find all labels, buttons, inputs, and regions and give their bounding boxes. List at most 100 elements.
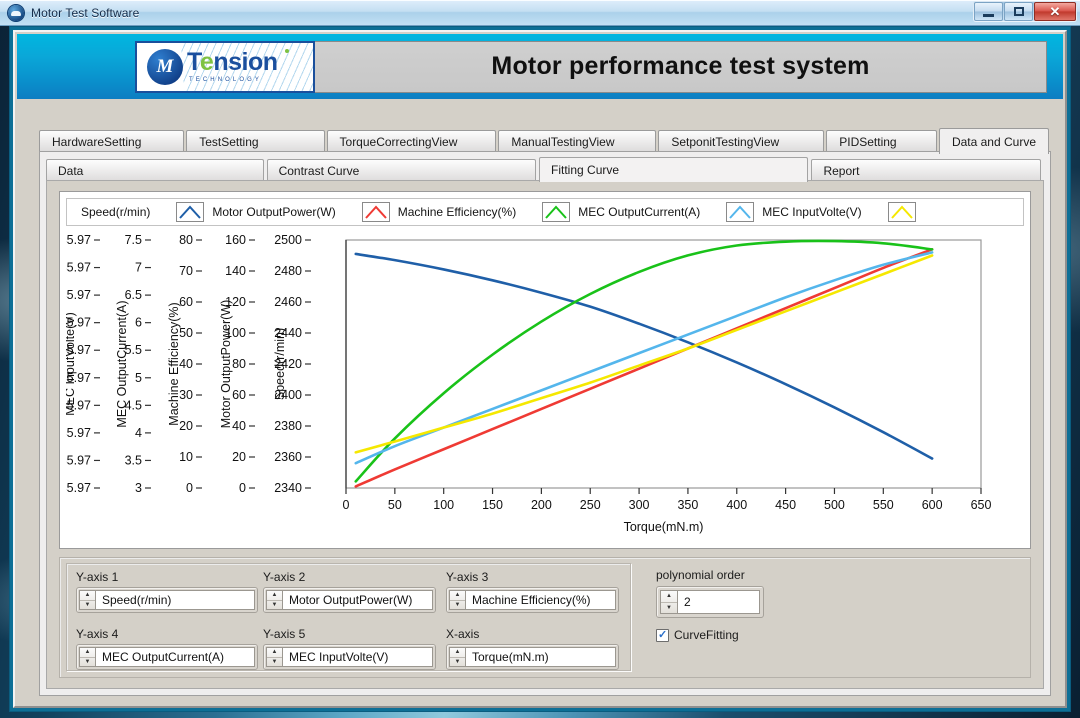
spinbox-y-axis-1[interactable]: ▲ ▼ Speed(r/min) [76, 587, 258, 613]
svg-text:Motor OutputPower(W): Motor OutputPower(W) [219, 300, 233, 429]
legend-label: Machine Efficiency(%) [397, 205, 517, 219]
spinner-arrows-icon[interactable]: ▲ ▼ [660, 590, 677, 614]
spin-up-icon[interactable]: ▲ [267, 591, 282, 601]
spinbox-y-axis-4[interactable]: ▲ ▼ MEC OutputCurrent(A) [76, 644, 258, 670]
chart-legend[interactable]: Speed(r/min) Motor OutputPower(W) Machin… [66, 198, 1024, 226]
spinner-arrows-icon[interactable]: ▲ ▼ [79, 590, 95, 610]
svg-text:80: 80 [179, 233, 193, 247]
legend-item-mec-output-current[interactable]: MEC OutputCurrent(A) [542, 202, 700, 222]
legend-label: MEC InputVolte(V) [762, 205, 862, 219]
tab-label: TestSetting [199, 134, 259, 149]
tab-torque-correcting-view[interactable]: TorqueCorrectingView [326, 130, 497, 152]
spin-down-icon[interactable]: ▼ [267, 658, 282, 667]
spinbox-polynomial-order[interactable]: ▲ ▼ 2 [656, 586, 764, 618]
legend-item-machine-efficiency[interactable]: Machine Efficiency(%) [361, 202, 517, 222]
svg-text:0: 0 [186, 481, 193, 495]
svg-text:Torque(mN.m): Torque(mN.m) [624, 520, 704, 534]
spinner-arrows-icon[interactable]: ▲ ▼ [266, 647, 282, 667]
label-y-axis-4: Y-axis 4 [76, 627, 119, 641]
tab-label: ManualTestingView [511, 134, 615, 149]
svg-text:140: 140 [225, 264, 246, 278]
label-y-axis-2: Y-axis 2 [263, 570, 306, 584]
spin-down-icon[interactable]: ▼ [80, 601, 95, 610]
value-x-axis[interactable]: Torque(mN.m) [465, 647, 616, 667]
svg-text:40: 40 [232, 419, 246, 433]
spin-down-icon[interactable]: ▼ [450, 601, 465, 610]
spin-up-icon[interactable]: ▲ [267, 648, 282, 658]
tab-label: TorqueCorrectingView [339, 134, 458, 149]
spin-up-icon[interactable]: ▲ [450, 648, 465, 658]
svg-text:50: 50 [388, 498, 402, 512]
tension-logo: Tension TECHNOLOGY [135, 40, 315, 93]
legend-item-mec-input-volte[interactable]: MEC InputVolte(V) [726, 202, 862, 222]
maximize-button[interactable] [1004, 2, 1033, 21]
subtab-data[interactable]: Data [46, 159, 264, 181]
spin-up-icon[interactable]: ▲ [661, 591, 677, 603]
minimize-button[interactable] [974, 2, 1003, 21]
tab-pid-setting[interactable]: PIDSetting [826, 130, 937, 152]
svg-text:35.97: 35.97 [66, 426, 91, 440]
subtab-report[interactable]: Report [811, 159, 1041, 181]
subtab-label: Data [58, 163, 84, 178]
checkbox-curvefitting[interactable] [656, 628, 669, 642]
fitting-curve-content: Speed(r/min) Motor OutputPower(W) Machin… [46, 180, 1044, 689]
svg-text:0: 0 [343, 498, 350, 512]
svg-text:7.5: 7.5 [125, 233, 142, 247]
svg-text:60: 60 [179, 295, 193, 309]
window-controls: ✕ [973, 1, 1077, 22]
close-button[interactable]: ✕ [1034, 2, 1076, 21]
application-window: Motor Test Software ✕ Tension TECHN [0, 0, 1080, 718]
spinner-arrows-icon[interactable]: ▲ ▼ [79, 647, 95, 667]
value-y-axis-1[interactable]: Speed(r/min) [95, 590, 255, 610]
value-polynomial-order[interactable]: 2 [677, 590, 760, 614]
fitting-options-group: polynomial order ▲▼ 2 CurveFitting [656, 568, 916, 642]
logo-word-part1: T [187, 48, 200, 76]
subtab-label: Fitting Curve [551, 163, 620, 177]
spinbox-y-axis-2[interactable]: ▲ ▼ Motor OutputPower(W) [263, 587, 436, 613]
value-y-axis-4[interactable]: MEC OutputCurrent(A) [95, 647, 255, 667]
svg-text:2340: 2340 [274, 481, 302, 495]
value-y-axis-2[interactable]: Motor OutputPower(W) [282, 590, 433, 610]
spin-down-icon[interactable]: ▼ [450, 658, 465, 667]
svg-text:200: 200 [531, 498, 552, 512]
svg-text:2480: 2480 [274, 264, 302, 278]
legend-item-speed[interactable]: Speed(r/min) [81, 205, 150, 219]
logo-wordmark: Tension [187, 50, 278, 75]
spin-up-icon[interactable]: ▲ [450, 591, 465, 601]
svg-text:0: 0 [239, 481, 246, 495]
spinner-arrows-icon[interactable]: ▲ ▼ [449, 647, 465, 667]
spinner-arrows-icon[interactable]: ▲ ▼ [266, 590, 282, 610]
spin-up-icon[interactable]: ▲ [80, 591, 95, 601]
data-and-curve-panel: Data Contrast Curve Fitting Curve Report… [39, 151, 1051, 696]
value-y-axis-5[interactable]: MEC InputVolte(V) [282, 647, 433, 667]
legend-item-motor-output-power[interactable]: Motor OutputPower(W) [176, 202, 336, 222]
spinbox-x-axis[interactable]: ▲ ▼ Torque(mN.m) [446, 644, 619, 670]
spin-down-icon[interactable]: ▼ [267, 601, 282, 610]
svg-text:60: 60 [232, 388, 246, 402]
spin-up-icon[interactable]: ▲ [80, 648, 95, 658]
label-y-axis-1: Y-axis 1 [76, 570, 119, 584]
tab-test-setting[interactable]: TestSetting [186, 130, 325, 152]
tab-manual-testing-view[interactable]: ManualTestingView [498, 130, 657, 152]
checkbox-curvefitting-row[interactable]: CurveFitting [656, 628, 916, 642]
label-curvefitting: CurveFitting [674, 628, 739, 642]
svg-text:35.97: 35.97 [66, 481, 91, 495]
spin-down-icon[interactable]: ▼ [661, 603, 677, 614]
tab-setpoint-testing-view[interactable]: SetponitTestingView [658, 130, 825, 152]
svg-text:4: 4 [135, 426, 142, 440]
svg-text:250: 250 [580, 498, 601, 512]
spinner-arrows-icon[interactable]: ▲ ▼ [449, 590, 465, 610]
tab-hardware-setting[interactable]: HardwareSetting [39, 130, 185, 152]
spinbox-y-axis-3[interactable]: ▲ ▼ Machine Efficiency(%) [446, 587, 619, 613]
spinbox-y-axis-5[interactable]: ▲ ▼ MEC InputVolte(V) [263, 644, 436, 670]
value-y-axis-3[interactable]: Machine Efficiency(%) [465, 590, 616, 610]
subtab-fitting-curve[interactable]: Fitting Curve [539, 157, 809, 182]
tab-data-and-curve[interactable]: Data and Curve [938, 128, 1049, 154]
legend-label: MEC OutputCurrent(A) [578, 205, 701, 219]
legend-label: Speed(r/min) [81, 205, 151, 219]
spin-down-icon[interactable]: ▼ [80, 658, 95, 667]
legend-item-sixth[interactable] [887, 202, 916, 222]
field-y-axis-3: Y-axis 3 ▲ ▼ Machine Efficiency(%) [446, 570, 632, 613]
subtab-contrast-curve[interactable]: Contrast Curve [266, 159, 537, 181]
field-y-axis-1: Y-axis 1 ▲ ▼ Speed(r/min) [76, 570, 270, 613]
